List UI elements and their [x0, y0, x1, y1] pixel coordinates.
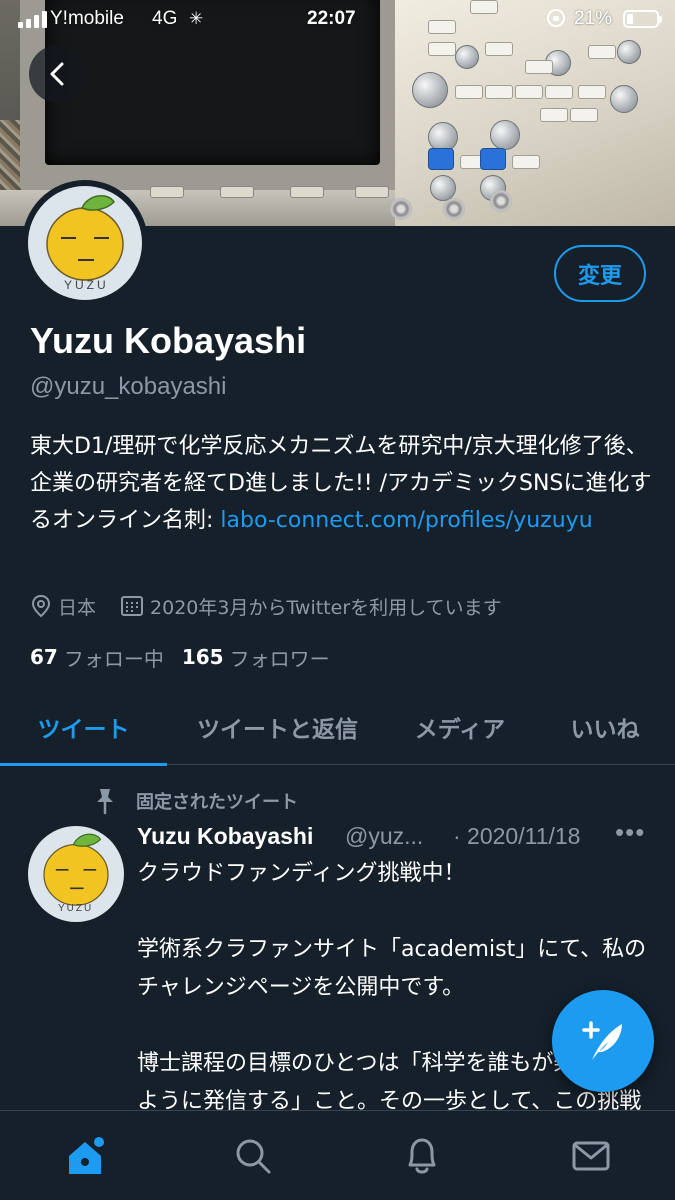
- nav-home[interactable]: [60, 1131, 110, 1181]
- followers-label[interactable]: フォロワー: [230, 643, 330, 672]
- follow-stats: 67 フォロー中 165 フォロワー: [30, 641, 348, 673]
- pinned-tweet-label: 固定されたツイート: [92, 786, 298, 816]
- location-pin-icon: [31, 594, 51, 618]
- banner-knob: [455, 45, 479, 69]
- activity-spinner-icon: ✳: [189, 9, 204, 28]
- tweet-date: · 2020/11/18: [453, 823, 581, 849]
- profile-avatar[interactable]: YUZU: [22, 180, 148, 306]
- nav-search[interactable]: [228, 1131, 278, 1181]
- compose-tweet-icon: [582, 1021, 622, 1060]
- banner-knob: [412, 72, 448, 108]
- tweet-author-handle: @yuz...: [345, 823, 424, 849]
- nav-messages[interactable]: [566, 1131, 616, 1181]
- banner-panel-button: [515, 85, 543, 99]
- avatar-image: YUZU: [28, 186, 142, 300]
- tab-tweets-and-replies[interactable]: ツイートと返信: [175, 688, 380, 765]
- tab-media[interactable]: メディア: [395, 688, 525, 765]
- tab-likes[interactable]: いいね: [545, 688, 665, 765]
- banner-knob: [490, 120, 520, 150]
- clock: 22:07: [307, 8, 356, 29]
- rotation-lock-icon: [547, 9, 565, 27]
- mail-icon: [572, 1141, 610, 1171]
- join-date-text: 2020年3月からTwitterを利用しています: [150, 596, 502, 619]
- battery-percentage: 21%: [574, 8, 613, 29]
- calendar-icon: [121, 596, 144, 616]
- banner-panel-button: [485, 42, 513, 56]
- network-type: 4G: [152, 8, 178, 29]
- edit-profile-button[interactable]: 変更: [554, 245, 646, 302]
- signal-strength-icon: [18, 10, 47, 28]
- profile-handle: @yuzu_kobayashi: [30, 373, 227, 400]
- location-text: 日本: [58, 596, 97, 619]
- banner-softkey: [290, 186, 324, 198]
- tweet-author-name[interactable]: Yuzu Kobayashi: [137, 823, 313, 850]
- banner-panel-button: [485, 85, 513, 99]
- search-icon: [236, 1139, 271, 1174]
- profile-join-date: 2020年3月からTwitterを利用しています: [120, 593, 502, 620]
- tweet-author-avatar[interactable]: YUZU: [28, 826, 124, 922]
- banner-panel-button: [455, 85, 483, 99]
- banner-knob: [617, 40, 641, 64]
- battery-icon: [623, 10, 662, 28]
- nav-notifications[interactable]: [397, 1131, 447, 1181]
- bio-link[interactable]: labo-connect.com/profiles/yuzuyu: [220, 508, 592, 533]
- back-arrow-icon: [50, 62, 64, 86]
- banner-connector: [490, 190, 512, 212]
- home-icon: [69, 1137, 104, 1174]
- profile-bio: 東大D1/理研で化学反応メカニズムを研究中/京大理化修了後、企業の研究者を経てD…: [30, 428, 655, 539]
- avatar-lettering: YUZU: [64, 278, 109, 292]
- compose-tweet-button[interactable]: [552, 990, 654, 1092]
- banner-connector: [443, 198, 465, 220]
- banner-softkey: [355, 186, 389, 198]
- banner-knob: [610, 85, 638, 113]
- banner-panel-button: [525, 60, 553, 74]
- status-bar: Y!mobile 4G ✳ 22:07 21%: [0, 0, 675, 38]
- banner-panel-button: [570, 108, 598, 122]
- following-label[interactable]: フォロー中: [64, 643, 164, 672]
- profile-meta: 日本 2020年3月からTwitterを利用しています: [30, 590, 526, 622]
- banner-panel-button: [428, 42, 456, 56]
- carrier-name: Y!mobile: [50, 8, 124, 29]
- tweet-header: Yuzu Kobayashi @yuz... · 2020/11/18 •••: [137, 817, 657, 857]
- profile-display-name: Yuzu Kobayashi: [30, 320, 307, 361]
- banner-softkey: [220, 186, 254, 198]
- banner-panel-button: [540, 108, 568, 122]
- banner-panel-button: [512, 155, 540, 169]
- following-count[interactable]: 67: [30, 645, 58, 669]
- tab-tweets[interactable]: ツイート: [0, 688, 167, 766]
- banner-panel-button: [545, 85, 573, 99]
- banner-softkey: [150, 186, 184, 198]
- banner-panel-button: [578, 85, 606, 99]
- banner-channel-button: [480, 148, 506, 170]
- followers-count[interactable]: 165: [182, 645, 224, 669]
- bell-icon: [408, 1138, 436, 1174]
- more-options-icon[interactable]: •••: [615, 817, 645, 848]
- pinned-label-text: 固定されたツイート: [136, 792, 298, 813]
- bottom-navigation: [0, 1110, 675, 1200]
- avatar-lettering: YUZU: [58, 903, 94, 914]
- profile-tabs: ツイート ツイートと返信 メディア いいね: [0, 688, 675, 766]
- banner-panel-button: [588, 45, 616, 59]
- banner-channel-button: [428, 148, 454, 170]
- pin-icon: [97, 789, 113, 815]
- back-button[interactable]: [29, 45, 87, 103]
- profile-location: 日本: [30, 593, 96, 620]
- banner-connector: [390, 198, 412, 220]
